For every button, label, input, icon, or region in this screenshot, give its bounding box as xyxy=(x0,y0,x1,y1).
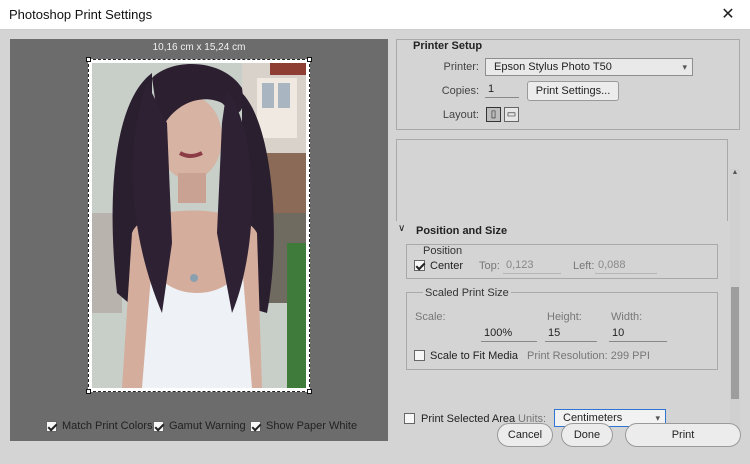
window-title: Photoshop Print Settings xyxy=(9,7,153,22)
printer-value: Epson Stylus Photo T50 xyxy=(494,61,612,73)
print-preview: 10,16 cm x 15,24 cm xyxy=(10,39,388,441)
resize-handle[interactable] xyxy=(86,389,91,394)
landscape-layout-icon[interactable]: ▭ xyxy=(504,107,519,122)
blank-section xyxy=(396,139,728,221)
position-size-title: Position and Size xyxy=(416,225,508,237)
checkbox-label: Gamut Warning xyxy=(169,420,246,433)
position-title: Position xyxy=(423,245,463,257)
print-resolution: Print Resolution: 299 PPI xyxy=(527,350,650,362)
position-group: Position Center Top: 0,123 Left: 0,088 xyxy=(406,244,718,279)
preview-image xyxy=(92,63,306,388)
width-input[interactable]: 10 xyxy=(609,326,667,342)
height-label: Height: xyxy=(547,311,582,323)
left-label: Left: xyxy=(573,260,595,272)
title-bar: Photoshop Print Settings ✕ xyxy=(0,0,750,30)
width-label: Width: xyxy=(611,311,643,323)
print-selected-area-checkbox[interactable] xyxy=(404,413,415,424)
checkbox-box[interactable] xyxy=(250,420,261,432)
printer-select[interactable]: Epson Stylus Photo T50 ▾ xyxy=(485,58,693,76)
resize-handle[interactable] xyxy=(86,57,91,62)
close-icon[interactable]: ✕ xyxy=(712,2,744,28)
printer-setup-group: Printer Setup Printer: Epson Stylus Phot… xyxy=(396,39,740,130)
scale-input[interactable]: 100% xyxy=(481,326,537,342)
scale-label: Scale: xyxy=(415,311,446,323)
resize-handle[interactable] xyxy=(307,389,312,394)
layout-label: Layout: xyxy=(442,109,479,121)
top-label: Top: xyxy=(479,260,500,272)
scroll-up-icon[interactable]: ▲ xyxy=(730,169,740,179)
scale-to-fit-checkbox[interactable] xyxy=(414,350,425,361)
center-checkbox[interactable] xyxy=(414,260,425,271)
portrait-layout-icon[interactable]: ▯ xyxy=(486,107,501,122)
print-dimensions: 10,16 cm x 15,24 cm xyxy=(152,42,246,53)
match-print-colors-checkbox[interactable]: Match Print Colors xyxy=(46,420,152,432)
checkbox-box[interactable] xyxy=(46,420,57,432)
printer-setup-title: Printer Setup xyxy=(413,40,483,52)
top-input[interactable]: 0,123 xyxy=(503,258,561,274)
resize-handle[interactable] xyxy=(307,57,312,62)
gamut-warning-checkbox[interactable]: Gamut Warning xyxy=(153,420,246,432)
checkbox-label: Match Print Colors xyxy=(62,420,153,433)
cancel-button[interactable]: Cancel xyxy=(497,423,553,447)
print-selected-area-label: Print Selected Area xyxy=(421,413,516,425)
print-settings-button[interactable]: Print Settings... xyxy=(527,81,619,101)
chevron-down-icon[interactable]: ∨ xyxy=(398,223,405,234)
height-input[interactable]: 15 xyxy=(545,326,597,342)
done-button[interactable]: Done xyxy=(561,423,613,447)
paper-frame[interactable] xyxy=(86,57,312,394)
left-input[interactable]: 0,088 xyxy=(595,258,657,274)
copies-label: Copies: xyxy=(441,85,479,97)
checkbox-label: Show Paper White xyxy=(266,420,358,433)
show-paper-white-checkbox[interactable]: Show Paper White xyxy=(250,420,357,432)
chevron-down-icon: ▾ xyxy=(682,62,687,72)
checkbox-box[interactable] xyxy=(153,420,164,432)
scrollbar-thumb[interactable] xyxy=(731,287,739,399)
copies-input[interactable]: 1 xyxy=(485,82,519,98)
print-button[interactable]: Print xyxy=(625,423,741,447)
scale-to-fit-label: Scale to Fit Media xyxy=(430,350,519,362)
center-label: Center xyxy=(430,260,464,272)
settings-scrollbar[interactable]: ▲ ▼ xyxy=(730,169,740,441)
printer-label: Printer: xyxy=(443,61,479,73)
scaled-print-size-group: Scaled Print Size Scale: 100% Height: 15… xyxy=(406,287,718,370)
scaled-title: Scaled Print Size xyxy=(423,287,511,299)
print-dialog: 10,16 cm x 15,24 cm Match Print Colors G… xyxy=(0,30,750,464)
